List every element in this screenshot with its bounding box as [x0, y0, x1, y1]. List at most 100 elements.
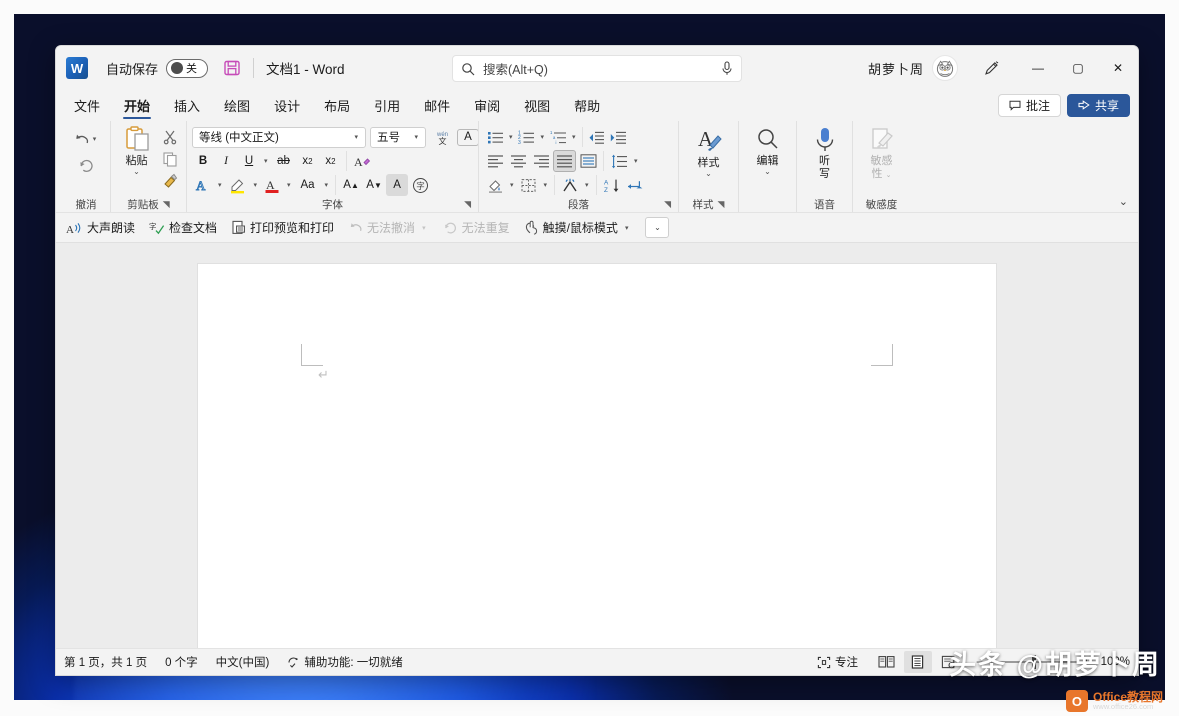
read-aloud-button[interactable]: A 大声朗读 — [66, 219, 135, 236]
print-layout-view-button[interactable] — [904, 651, 932, 673]
phonetic-guide-icon[interactable]: wén 文 — [431, 126, 453, 148]
font-color-chevron-down-icon[interactable]: ▾ — [284, 181, 294, 189]
align-left-button[interactable] — [484, 150, 506, 172]
redo-button[interactable] — [69, 154, 103, 176]
line-spacing-button[interactable] — [608, 150, 630, 172]
enclose-character-button[interactable]: 字 — [409, 174, 431, 196]
styles-chevron-down-icon[interactable]: ⌄ — [705, 170, 712, 178]
numbering-chevron-down-icon[interactable]: ▾ — [538, 133, 548, 141]
dictate-button[interactable]: 听 写 — [802, 124, 847, 180]
autosave-toggle[interactable]: 关 — [166, 59, 208, 78]
touch-mouse-chevron-down-icon[interactable]: ▾ — [622, 224, 632, 232]
shading-button[interactable] — [484, 174, 506, 196]
minimize-button[interactable]: — — [1018, 46, 1058, 90]
show-marks-button[interactable] — [624, 174, 646, 196]
justify-button[interactable] — [553, 150, 576, 172]
document-canvas[interactable]: ↵ — [56, 243, 1138, 648]
user-name[interactable]: 胡萝卜周 — [868, 59, 924, 78]
tab-layout[interactable]: 布局 — [312, 90, 362, 121]
owl-avatar-icon[interactable] — [932, 55, 958, 81]
paragraph-dialog-launcher[interactable]: ◥ — [664, 199, 671, 210]
web-layout-view-button[interactable]: i — [935, 651, 963, 673]
highlight-chevron-down-icon[interactable]: ▾ — [251, 181, 261, 189]
numbering-button[interactable]: 1 2 3 — [516, 126, 538, 148]
cut-button[interactable] — [159, 126, 181, 148]
bold-button[interactable]: B — [192, 150, 214, 172]
align-right-button[interactable] — [530, 150, 552, 172]
text-highlight-button[interactable] — [226, 174, 250, 196]
copy-button[interactable] — [159, 148, 181, 170]
paste-button[interactable]: 粘贴 ⌄ — [116, 124, 157, 176]
sensitivity-button[interactable]: 敏感 性 ⌄ — [859, 124, 905, 182]
borders-button[interactable] — [518, 174, 540, 196]
page-indicator[interactable]: 第 1 页，共 1 页 — [64, 654, 147, 670]
zoom-in-button[interactable]: + — [1083, 655, 1090, 669]
document-page[interactable]: ↵ — [197, 263, 997, 648]
quick-access-more-button[interactable]: ⌄ — [645, 217, 669, 238]
tab-file[interactable]: 文件 — [62, 90, 112, 121]
distribute-button[interactable] — [577, 150, 599, 172]
focus-button[interactable]: 专注 — [817, 654, 858, 670]
search-box[interactable]: 搜索(Alt+Q) — [452, 55, 742, 82]
tab-design[interactable]: 设计 — [262, 90, 312, 121]
font-size-chevron-down-icon[interactable]: ▾ — [411, 133, 421, 141]
clipboard-dialog-launcher[interactable]: ◥ — [163, 199, 170, 210]
shading-chevron-down-icon[interactable]: ▾ — [507, 181, 517, 189]
underline-button[interactable]: U — [238, 150, 260, 172]
redo-quick-button[interactable]: 无法重复 — [443, 219, 510, 236]
accessibility-status[interactable]: 辅助功能: 一切就绪 — [287, 654, 402, 670]
share-button[interactable]: 共享 — [1067, 94, 1130, 117]
tab-view[interactable]: 视图 — [512, 90, 562, 121]
character-shading-button[interactable]: A — [386, 174, 408, 196]
paste-chevron-down-icon[interactable]: ⌄ — [133, 168, 140, 176]
ribbon-collapse-chevron-down-icon[interactable]: ⌄ — [1119, 195, 1128, 208]
font-name-combobox[interactable]: 等线 (中文正文) ▾ — [192, 127, 366, 148]
read-mode-view-button[interactable] — [873, 651, 901, 673]
borders-chevron-down-icon[interactable]: ▾ — [541, 181, 551, 189]
align-center-button[interactable] — [507, 150, 529, 172]
save-icon[interactable] — [222, 59, 241, 78]
zoom-out-button[interactable]: − — [976, 655, 983, 669]
tab-draw[interactable]: 绘图 — [212, 90, 262, 121]
microphone-icon[interactable] — [721, 61, 733, 76]
zoom-slider-thumb[interactable] — [1032, 655, 1036, 669]
undo-button[interactable]: ▾ — [69, 128, 103, 150]
tab-home[interactable]: 开始 — [112, 90, 162, 121]
chinese-layout-button[interactable] — [559, 174, 581, 196]
tab-help[interactable]: 帮助 — [562, 90, 612, 121]
grow-font-button[interactable]: A▲ — [340, 174, 362, 196]
editing-button[interactable]: 编辑 ⌄ — [745, 124, 791, 176]
multilevel-list-button[interactable]: 1 a i — [547, 126, 569, 148]
text-effects-chevron-down-icon[interactable]: ▾ — [215, 181, 225, 189]
decrease-indent-button[interactable] — [586, 126, 608, 148]
character-border-icon[interactable]: A — [457, 129, 479, 146]
format-painter-button[interactable] — [159, 170, 181, 192]
font-color-button[interactable]: A — [261, 174, 283, 196]
tab-mailings[interactable]: 邮件 — [412, 90, 462, 121]
undo-quick-chevron-down-icon[interactable]: ▾ — [419, 224, 429, 232]
bullets-button[interactable] — [484, 126, 506, 148]
font-dialog-launcher[interactable]: ◥ — [464, 199, 471, 210]
font-name-chevron-down-icon[interactable]: ▾ — [351, 133, 361, 141]
comments-button[interactable]: 批注 — [998, 94, 1061, 117]
print-preview-button[interactable]: 打印预览和打印 — [231, 219, 334, 236]
tab-references[interactable]: 引用 — [362, 90, 412, 121]
increase-indent-button[interactable] — [608, 126, 630, 148]
underline-chevron-down-icon[interactable]: ▾ — [261, 157, 271, 165]
undo-caret-icon[interactable]: ▾ — [90, 135, 100, 143]
zoom-level[interactable]: 100% — [1096, 656, 1130, 668]
close-button[interactable]: ✕ — [1098, 46, 1138, 90]
touch-mouse-mode-button[interactable]: 触摸/鼠标模式 ▾ — [524, 219, 632, 236]
check-document-button[interactable]: 字 检查文档 — [149, 219, 217, 236]
maximize-button[interactable]: ▢ — [1058, 46, 1098, 90]
pen-icon[interactable] — [974, 53, 1008, 83]
font-size-combobox[interactable]: 五号 ▾ — [370, 127, 426, 148]
shrink-font-button[interactable]: A▼ — [363, 174, 385, 196]
clear-formatting-button[interactable]: A — [351, 150, 373, 172]
editing-chevron-down-icon[interactable]: ⌄ — [764, 168, 771, 176]
chinese-layout-chevron-down-icon[interactable]: ▾ — [582, 181, 592, 189]
sort-button[interactable]: A Z — [601, 174, 623, 196]
tab-insert[interactable]: 插入 — [162, 90, 212, 121]
line-spacing-chevron-down-icon[interactable]: ▾ — [631, 157, 641, 165]
language-indicator[interactable]: 中文(中国) — [216, 654, 270, 670]
